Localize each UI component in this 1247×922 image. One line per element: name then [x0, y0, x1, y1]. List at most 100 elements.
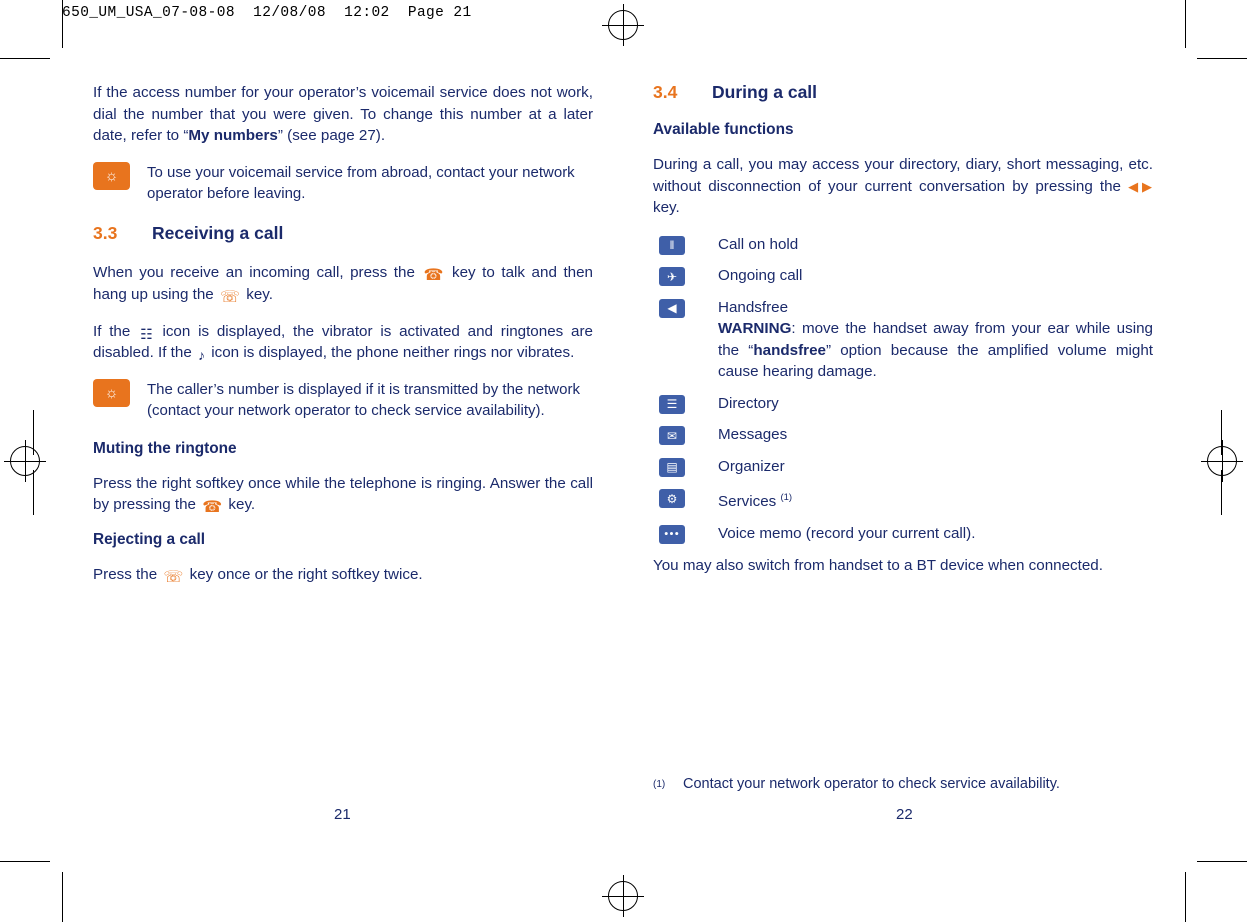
- handsfree-warning: WARNING: move the handset away from your…: [718, 318, 1153, 383]
- pick-up-key-icon-2: ☎: [202, 499, 223, 516]
- registration-mark-bottom: [602, 875, 644, 917]
- handsfree-glyph: ◀: [667, 301, 677, 315]
- page-number-left: 21: [334, 806, 351, 823]
- services-footnote-marker: (1): [780, 492, 793, 503]
- my-numbers-bold: My numbers: [188, 127, 278, 144]
- handsfree-block: Handsfree WARNING: move the handset away…: [718, 297, 1153, 383]
- page-number-right: 22: [896, 806, 913, 823]
- services-glyph: ⚙: [666, 491, 678, 506]
- list-item-messages: ✉ Messages: [653, 424, 1153, 446]
- services-label: Services: [718, 493, 777, 511]
- warning-label: WARNING: [718, 320, 792, 337]
- registration-mark-top: [602, 4, 644, 46]
- organizer-icon: ▤: [659, 457, 685, 477]
- paragraph-incoming-call-part3: key.: [246, 285, 273, 303]
- organizer-label: Organizer: [718, 457, 785, 475]
- footnote: (1) Contact your network operator to che…: [653, 776, 1153, 792]
- footnote-marker: (1): [653, 779, 666, 790]
- registration-mark-right: [1201, 440, 1243, 482]
- paragraph-mute-part2: key.: [228, 496, 256, 513]
- note-voicemail-abroad-text: To use your voicemail service from abroa…: [147, 163, 575, 203]
- manual-page: 650_UM_USA_07-08-08 12/08/08 12:02 Page …: [0, 0, 1247, 922]
- tip-bulb-icon-2: ☼: [93, 378, 130, 407]
- warning-bold: handsfree: [753, 341, 826, 359]
- paragraph-access-number-part2: ” (see page 27).: [277, 127, 386, 144]
- crop-mark-bottom-left-h: [0, 861, 50, 862]
- paragraph-switch-bt: You may also switch from handset to a BT…: [653, 557, 1103, 575]
- section-heading-3-3: 3.3 Receiving a call: [93, 223, 593, 244]
- crop-mark-bottom-left-v: [62, 872, 63, 922]
- call-on-hold-icon: ‖: [659, 235, 685, 255]
- crop-mark-bottom-right-v: [1185, 872, 1186, 922]
- list-item-call-on-hold: ‖ Call on hold: [653, 234, 1153, 256]
- crop-mark-top-right-h: [1197, 58, 1247, 59]
- directory-label: Directory: [718, 394, 779, 412]
- paragraph-incoming-call: When you receive an incoming call, press…: [93, 262, 593, 306]
- crop-mark-left-v2: [33, 470, 34, 515]
- organizer-glyph: ▤: [666, 460, 678, 474]
- crop-mark-top-right-v: [1185, 0, 1186, 48]
- messages-label: Messages: [718, 426, 788, 443]
- crop-mark-top-left-h: [0, 58, 50, 59]
- paragraph-vibrator: If the ☷ icon is displayed, the vibrator…: [93, 321, 593, 364]
- section-heading-3-4: 3.4 During a call: [653, 82, 1153, 103]
- tip-bulb-icon: ☼: [93, 161, 130, 190]
- left-column: If the access number for your operator’s…: [93, 82, 593, 586]
- ongoing-call-icon: ✈: [659, 267, 685, 286]
- navigation-arrows-icon: ◀▶: [1128, 178, 1153, 194]
- pick-up-key-icon: ☎: [423, 266, 444, 284]
- list-item-services: ⚙ Services (1): [653, 487, 1153, 513]
- messages-glyph: ✉: [666, 428, 678, 443]
- list-item-organizer: ▤ Organizer: [653, 456, 1153, 478]
- paragraph-mute: Press the right softkey once while the t…: [93, 473, 593, 517]
- section-title: Receiving a call: [152, 222, 284, 243]
- paragraph-reject: Press the ☏ key once or the right softke…: [93, 564, 593, 586]
- list-item-ongoing-call: ✈ Ongoing call: [653, 265, 1153, 287]
- note-voicemail-abroad: ☼ To use your voicemail service from abr…: [93, 161, 593, 205]
- tip-bulb-glyph-2: ☼: [104, 384, 119, 401]
- note-caller-number: ☼ The caller’s number is displayed if it…: [93, 378, 593, 422]
- footnote-text: Contact your network operator to check s…: [683, 776, 1060, 792]
- note-caller-number-text: The caller’s number is displayed if it i…: [147, 380, 580, 420]
- handsfree-label: Handsfree: [718, 298, 789, 316]
- subheading-available-functions: Available functions: [653, 121, 794, 138]
- hang-up-key-icon: ☏: [220, 288, 241, 306]
- services-icon: ⚙: [659, 489, 685, 508]
- call-on-hold-glyph: ‖: [669, 238, 675, 252]
- print-slug: 650_UM_USA_07-08-08 12/08/08 12:02 Page …: [62, 5, 472, 21]
- services-label-wrap: Services (1): [718, 487, 1153, 513]
- voice-memo-glyph: ●●●: [664, 530, 680, 538]
- crop-mark-bottom-right-h: [1197, 861, 1247, 862]
- right-column: 3.4 During a call Available functions Du…: [653, 82, 1153, 592]
- paragraph-during-call-part2: key.: [653, 199, 680, 216]
- call-on-hold-label: Call on hold: [718, 235, 799, 253]
- ongoing-call-glyph: ✈: [666, 269, 678, 284]
- paragraph-during-call-part1: During a call, you may access your direc…: [653, 156, 1153, 195]
- paragraph-during-call: During a call, you may access your direc…: [653, 154, 1153, 219]
- paragraph-vibrator-part3: icon is displayed, the phone neither rin…: [211, 344, 575, 361]
- paragraph-reject-part2: key once or the right softkey twice.: [189, 566, 423, 583]
- section-title-right: During a call: [712, 82, 818, 102]
- hang-up-key-icon-2: ☏: [163, 569, 184, 586]
- available-functions-list: ‖ Call on hold ✈ Ongoing call ◀ Handsfre…: [653, 234, 1153, 545]
- paragraph-mute-part1: Press the right softkey once while the t…: [93, 474, 593, 514]
- directory-glyph: ☰: [666, 397, 678, 411]
- directory-icon: ☰: [659, 394, 685, 414]
- subheading-muting-ringtone: Muting the ringtone: [93, 439, 237, 457]
- vibrate-icon: ☷: [140, 325, 153, 342]
- messages-icon: ✉: [659, 426, 685, 445]
- voice-memo-label: Voice memo (record your current call).: [718, 524, 976, 542]
- list-item-handsfree: ◀ Handsfree WARNING: move the handset aw…: [653, 297, 1153, 383]
- handsfree-icon: ◀: [659, 298, 685, 318]
- paragraph-reject-part1: Press the: [93, 566, 158, 583]
- registration-mark-left: [4, 440, 46, 482]
- silent-icon: ♪: [198, 347, 206, 363]
- paragraph-incoming-call-part1: When you receive an incoming call, press…: [93, 263, 415, 281]
- tip-bulb-glyph: ☼: [104, 167, 119, 184]
- paragraph-vibrator-part1: If the: [93, 322, 131, 340]
- list-item-directory: ☰ Directory: [653, 393, 1153, 415]
- section-number-right: 3.4: [653, 82, 678, 102]
- paragraph-access-number: If the access number for your operator’s…: [93, 82, 593, 147]
- section-number: 3.3: [93, 222, 118, 243]
- ongoing-call-label: Ongoing call: [718, 267, 803, 284]
